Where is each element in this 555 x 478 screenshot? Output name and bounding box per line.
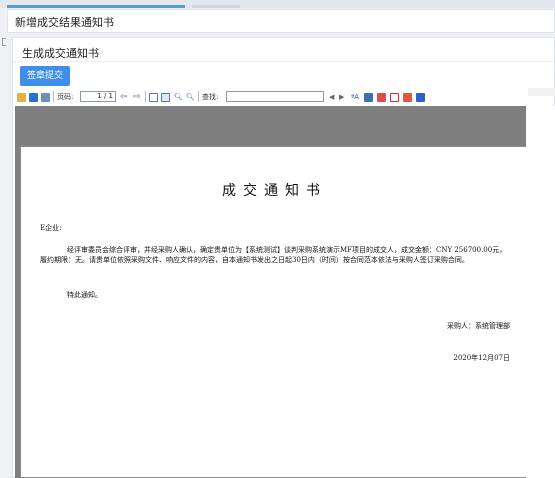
document-viewer: 成交通知书 E企业: 经评审委员会综合评审，并经采购人确认，确定贵单位为【系统测…: [15, 106, 527, 478]
pdf-icon[interactable]: [390, 90, 399, 104]
highlight-icon[interactable]: [377, 90, 386, 104]
export-icon[interactable]: [17, 90, 26, 104]
notice-panel: 生成成交通知书 签章提交 页码: 1 / 1 ⇦ ⇨ 🔍︎ 🔍︎ 查找: ◀ ▶…: [12, 37, 555, 478]
document-page: 成交通知书 E企业: 经评审委员会综合评审，并经采购人确认，确定贵单位为【系统测…: [20, 146, 527, 478]
export-word-icon[interactable]: [416, 90, 425, 104]
document-buyer: 采购人：系统管理部: [447, 322, 510, 330]
document-notice: 特此通知。: [67, 291, 102, 299]
page-title: 新增成交结果通知书: [15, 16, 114, 29]
page-number-input[interactable]: 1 / 1: [80, 91, 116, 102]
document-date: 2020年12月07日: [453, 354, 510, 362]
next-page-icon[interactable]: ⇨: [133, 90, 141, 104]
zoom-out-icon[interactable]: 🔍︎: [186, 90, 195, 104]
save-icon[interactable]: [29, 90, 38, 104]
toolbar-divider: [198, 91, 199, 102]
match-case-icon[interactable]: ªA: [351, 90, 359, 104]
export-excel-icon[interactable]: [403, 90, 412, 104]
collapse-bracket-icon[interactable]: [2, 38, 6, 46]
search-input[interactable]: [226, 91, 324, 102]
page-label: 页码:: [57, 93, 74, 101]
sign-submit-button[interactable]: 签章提交: [20, 66, 70, 86]
whole-word-icon[interactable]: [364, 90, 373, 104]
document-recipient: E企业:: [40, 224, 62, 232]
find-prev-icon[interactable]: ◀: [329, 90, 334, 104]
fit-page-icon[interactable]: [161, 90, 170, 104]
page-header: 新增成交结果通知书: [7, 9, 555, 33]
viewer-side-strip: [526, 106, 555, 478]
fit-width-icon[interactable]: [149, 90, 158, 104]
report-viewer-toolbar: 页码: 1 / 1 ⇦ ⇨ 🔍︎ 🔍︎ 查找: ◀ ▶ ªA: [17, 90, 527, 104]
active-tab-indicator[interactable]: [7, 5, 185, 8]
toolbar-divider: [145, 91, 146, 102]
document-body: 经评审委员会综合评审，并经采购人确认，确定贵单位为【系统测试】谈判采购系统演示M…: [40, 246, 507, 264]
panel-title: 生成成交通知书: [22, 47, 99, 60]
print-icon[interactable]: [41, 90, 50, 104]
toolbar-overflow-area: [528, 88, 555, 96]
inactive-tab-indicator[interactable]: [192, 5, 240, 8]
toolbar-divider: [53, 91, 54, 102]
panel-divider: [13, 61, 555, 62]
document-title: 成交通知书: [222, 183, 327, 199]
prev-page-icon[interactable]: ⇦: [120, 90, 128, 104]
search-label: 查找:: [202, 93, 219, 101]
zoom-in-icon[interactable]: 🔍︎: [174, 90, 183, 104]
find-next-icon[interactable]: ▶: [339, 90, 344, 104]
